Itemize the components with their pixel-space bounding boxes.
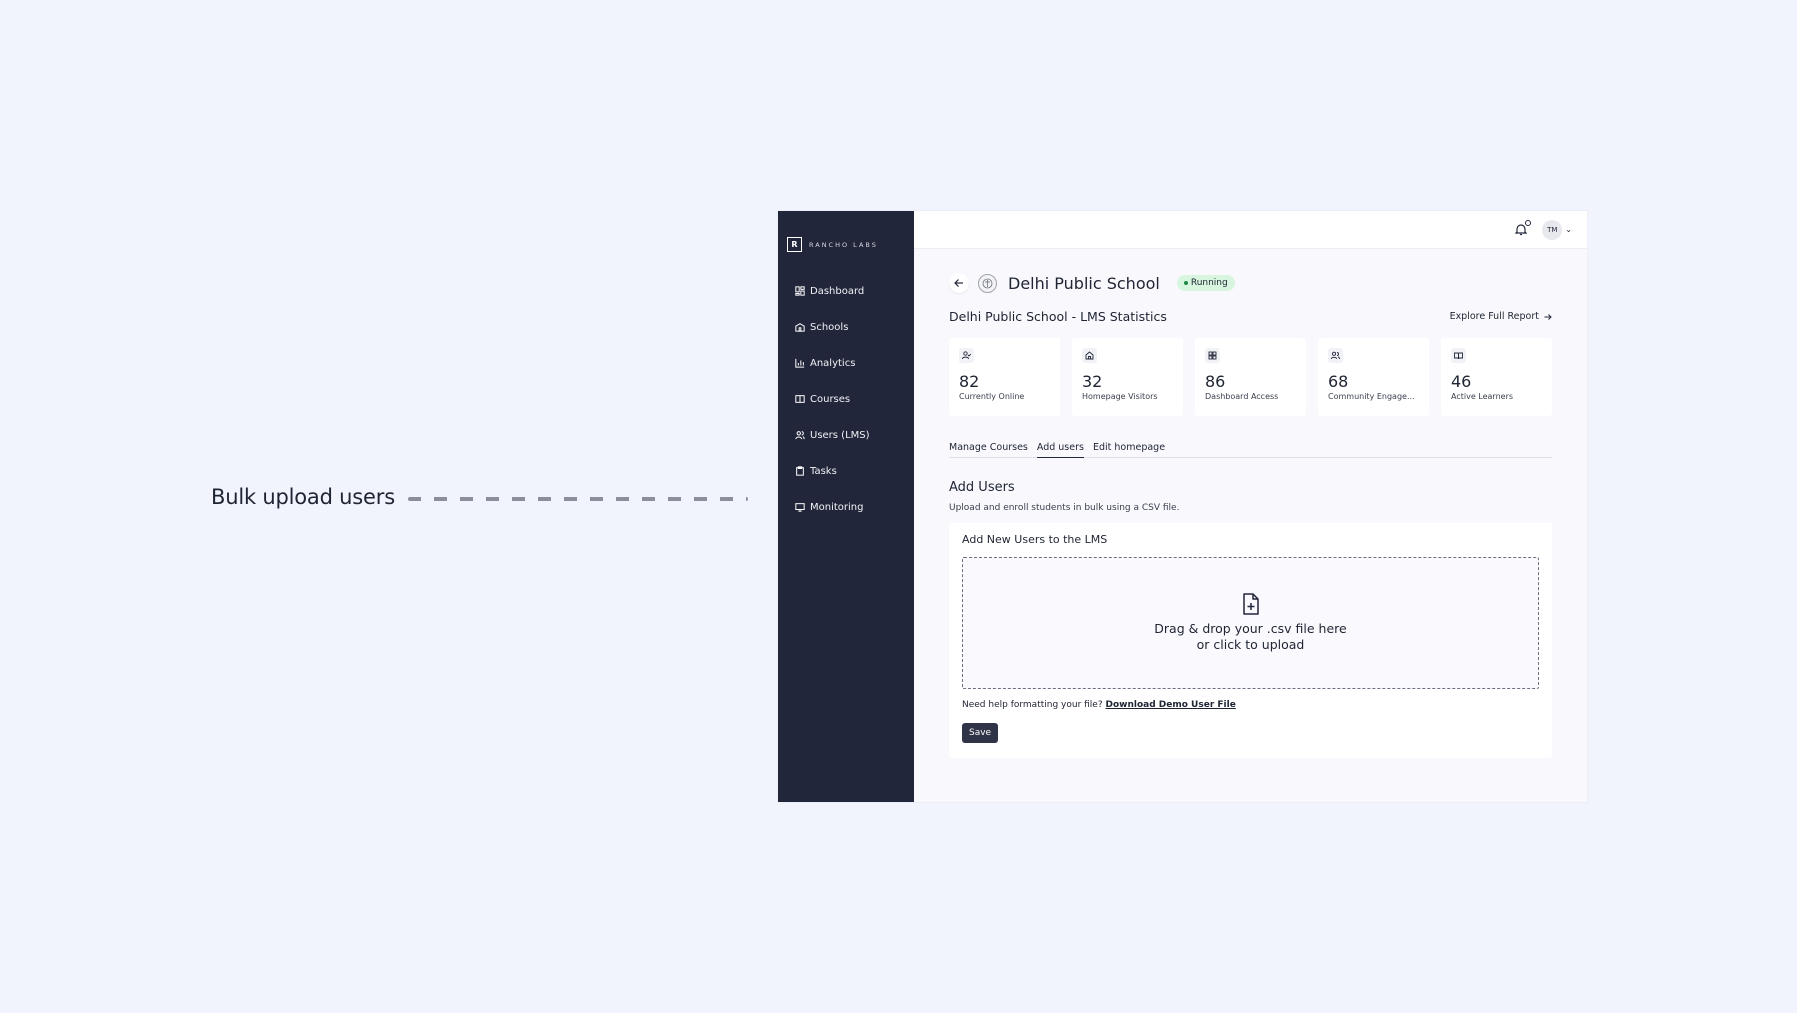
avatar: TM: [1542, 219, 1563, 240]
school-emblem-icon: [978, 273, 997, 293]
tab-edit-homepage[interactable]: Edit homepage: [1093, 442, 1165, 458]
sidebar-item-monitoring[interactable]: Monitoring: [778, 489, 914, 525]
sidebar-item-label: Monitoring: [810, 501, 864, 513]
sidebar-item-label: Schools: [810, 321, 849, 333]
stat-value: 32: [1082, 372, 1103, 391]
stat-value: 86: [1205, 372, 1226, 391]
sidebar-nav: Dashboard Schools Analytics Courses User…: [778, 267, 914, 525]
grid-icon: [1205, 348, 1220, 363]
analytics-icon: [795, 358, 805, 368]
stat-label: Currently Online: [959, 392, 1025, 401]
sidebar-item-label: Tasks: [810, 465, 837, 477]
clipboard-icon: [796, 466, 804, 476]
sidebar-item-label: Dashboard: [810, 285, 865, 297]
brand-logo[interactable]: R RANCHO LABS: [778, 211, 914, 267]
dropzone-text: Drag & drop your .csv file here: [1154, 621, 1347, 636]
logo-mark-icon: R: [787, 237, 802, 252]
callout-connector: [408, 497, 748, 501]
tab-add-users[interactable]: Add users: [1036, 442, 1084, 458]
sidebar-item-label: Courses: [810, 393, 851, 405]
stats-title: Delhi Public School - LMS Statistics: [949, 309, 1167, 324]
help-text-row: Need help formatting your file? Download…: [962, 700, 1539, 710]
back-button[interactable]: [949, 273, 969, 293]
sidebar-item-analytics[interactable]: Analytics: [778, 345, 914, 381]
section-title: Add Users: [949, 480, 1015, 495]
callout-label: Bulk upload users: [211, 485, 395, 509]
sidebar-item-label: Analytics: [810, 357, 856, 369]
stat-label: Homepage Visitors: [1082, 392, 1158, 401]
section-subtitle: Upload and enroll students in bulk using…: [949, 503, 1180, 513]
user-menu[interactable]: TM ⌄: [1542, 219, 1572, 240]
notifications-button[interactable]: [1514, 219, 1532, 237]
explore-full-report-link[interactable]: Explore Full Report: [1450, 311, 1552, 322]
csv-dropzone[interactable]: Drag & drop your .csv file here or click…: [962, 557, 1539, 689]
sidebar-item-label: Users (LMS): [810, 429, 870, 441]
tab-manage-courses[interactable]: Manage Courses: [949, 442, 1028, 458]
page-title: Delhi Public School: [1008, 273, 1160, 293]
status-label: Running: [1190, 278, 1228, 288]
open-book-icon: [1451, 348, 1466, 363]
sidebar-item-tasks[interactable]: Tasks: [778, 453, 914, 489]
school-icon: [795, 323, 805, 332]
home-icon: [1082, 348, 1097, 363]
app-window: R RANCHO LABS Dashboard Schools Analytic…: [778, 211, 1587, 802]
user-check-icon: [959, 348, 974, 363]
topbar: TM ⌄: [914, 211, 1587, 249]
sidebar-item-courses[interactable]: Courses: [778, 381, 914, 417]
page-content: Delhi Public School Running Delhi Public…: [914, 249, 1587, 758]
status-badge: Running: [1176, 275, 1235, 291]
stat-card-community-engagement: 68 Community Engage...: [1318, 338, 1429, 416]
upload-card-title: Add New Users to the LMS: [962, 533, 1108, 546]
dashboard-icon: [795, 286, 805, 296]
stat-card-active-learners: 46 Active Learners: [1441, 338, 1552, 416]
arrow-left-icon: [954, 279, 963, 287]
download-demo-file-link[interactable]: Download Demo User File: [1106, 700, 1236, 710]
save-button[interactable]: Save: [962, 723, 999, 743]
stats-header: Delhi Public School - LMS Statistics Exp…: [949, 309, 1552, 324]
stat-label: Community Engage...: [1328, 392, 1415, 401]
main-area: TM ⌄ Delhi Public School Running Delhi P…: [914, 211, 1587, 802]
sidebar: R RANCHO LABS Dashboard Schools Analytic…: [778, 211, 914, 802]
brand-name: RANCHO LABS: [809, 240, 878, 249]
chevron-down-icon: ⌄: [1565, 225, 1572, 234]
stat-label: Active Learners: [1451, 392, 1514, 401]
stats-cards: 82 Currently Online 32 Homepage Visitors…: [949, 338, 1552, 416]
monitor-icon: [795, 503, 805, 512]
tab-bar: Manage Courses Add users Edit homepage: [949, 442, 1552, 458]
stat-label: Dashboard Access: [1205, 392, 1279, 401]
file-plus-icon: [1242, 593, 1259, 615]
sidebar-item-dashboard[interactable]: Dashboard: [778, 273, 914, 309]
stat-card-currently-online: 82 Currently Online: [949, 338, 1060, 416]
stat-card-homepage-visitors: 32 Homepage Visitors: [1072, 338, 1183, 416]
page-header: Delhi Public School Running: [949, 271, 1552, 295]
users-icon: [1328, 348, 1343, 363]
help-text: Need help formatting your file?: [962, 700, 1103, 710]
sidebar-item-users-lms[interactable]: Users (LMS): [778, 417, 914, 453]
explore-label: Explore Full Report: [1449, 311, 1539, 322]
stat-value: 68: [1328, 372, 1349, 391]
arrow-right-icon: [1544, 313, 1552, 320]
book-icon: [795, 395, 805, 403]
status-dot-icon: [1183, 281, 1188, 285]
notification-badge-icon: [1525, 219, 1532, 226]
dropzone-subtext: or click to upload: [1196, 637, 1305, 652]
users-icon: [795, 431, 805, 440]
upload-card: Add New Users to the LMS Drag & drop you…: [949, 523, 1552, 758]
stat-value: 46: [1451, 372, 1472, 391]
stat-value: 82: [959, 372, 980, 391]
sidebar-item-schools[interactable]: Schools: [778, 309, 914, 345]
stat-card-dashboard-access: 86 Dashboard Access: [1195, 338, 1306, 416]
